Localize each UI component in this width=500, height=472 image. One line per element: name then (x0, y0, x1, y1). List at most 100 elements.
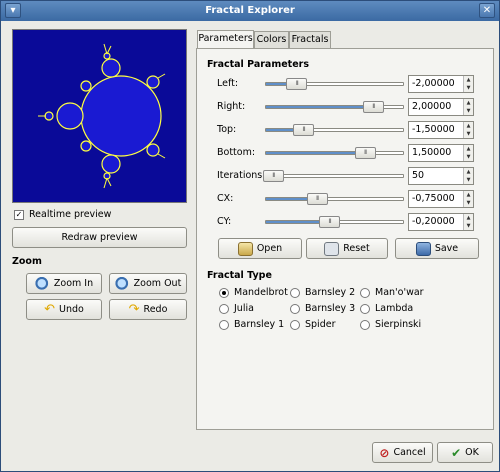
fractal-type-label: Lambda (375, 303, 414, 314)
zoom-out-label: Zoom Out (133, 278, 182, 289)
spin-arrows-icon[interactable]: ▲ ▼ (463, 168, 473, 184)
spin-arrows-icon[interactable]: ▲ ▼ (463, 122, 473, 138)
slider-handle[interactable]: III (306, 193, 328, 205)
spin-arrows-icon[interactable]: ▲ ▼ (463, 214, 473, 230)
param-spinbox[interactable]: -0,75000 ▲ ▼ (408, 190, 474, 208)
fractal-type-label: Spider (305, 319, 336, 330)
ok-icon: ✔ (451, 445, 462, 460)
param-value: -2,00000 (412, 78, 455, 89)
fractal-type-label: Barnsley 1 (234, 319, 285, 330)
cancel-label: Cancel (393, 447, 426, 458)
param-value: 2,00000 (412, 101, 452, 112)
fractal-type-radio[interactable]: Barnsley 3 (290, 303, 355, 314)
slider-handle[interactable]: III (292, 124, 314, 136)
param-label: Right: (217, 101, 246, 112)
save-button[interactable]: Save (395, 238, 479, 259)
slider-handle[interactable]: III (286, 78, 308, 90)
fractal-type-radio[interactable]: Mandelbrot (219, 287, 288, 298)
fractal-type-radio[interactable]: Spider (290, 319, 335, 330)
fractal-type-radio[interactable]: Sierpinski (360, 319, 421, 330)
cancel-button[interactable]: ⊘ Cancel (372, 442, 433, 463)
fractal-type-label: Mandelbrot (234, 287, 288, 298)
zoom-in-icon (34, 276, 50, 291)
tab-parameters[interactable]: Parameters (197, 30, 254, 49)
spin-arrows-icon[interactable]: ▲ ▼ (463, 191, 473, 207)
fractal-type-radio[interactable]: Barnsley 2 (290, 287, 355, 298)
fractal-preview[interactable] (12, 29, 187, 203)
redraw-preview-button[interactable]: Redraw preview (12, 227, 187, 248)
zoom-out-button[interactable]: Zoom Out (109, 273, 187, 294)
fractal-type-label: Julia (234, 303, 254, 314)
cancel-icon: ⊘ (379, 445, 390, 460)
fractal-type-radio[interactable]: Man'o'war (360, 287, 424, 298)
slider-handle[interactable]: III (362, 101, 384, 113)
param-spinbox[interactable]: 50 ▲ ▼ (408, 167, 474, 185)
redo-button[interactable]: ↷ Redo (109, 299, 187, 320)
param-value: -0,20000 (412, 216, 455, 227)
ok-button[interactable]: ✔ OK (437, 442, 493, 463)
param-label: Top: (217, 124, 237, 135)
param-spinbox[interactable]: -2,00000 ▲ ▼ (408, 75, 474, 93)
undo-label: Undo (59, 304, 84, 315)
spin-arrows-icon[interactable]: ▲ ▼ (463, 145, 473, 161)
close-icon[interactable]: ✕ (479, 3, 495, 18)
zoom-title: Zoom (12, 256, 42, 267)
param-slider[interactable]: III (265, 78, 404, 90)
undo-button[interactable]: ↶ Undo (26, 299, 102, 320)
slider-fill (266, 152, 365, 154)
save-label: Save (434, 243, 459, 254)
fractal-explorer-window: Fractal Explorer ▾ ✕ ✓ Realtime preview … (0, 0, 500, 472)
reset-label: Reset (343, 243, 370, 254)
radio-icon (219, 303, 229, 314)
realtime-preview-label: Realtime preview (29, 209, 112, 220)
folder-icon (237, 241, 253, 256)
reset-icon (324, 241, 340, 256)
reset-button[interactable]: Reset (306, 238, 388, 259)
spin-arrows-icon[interactable]: ▲ ▼ (463, 76, 473, 92)
param-value: 1,50000 (412, 147, 452, 158)
param-label: Iterations: (217, 170, 266, 181)
param-spinbox[interactable]: 2,00000 ▲ ▼ (408, 98, 474, 116)
window-menu-icon[interactable]: ▾ (5, 3, 21, 18)
zoom-in-label: Zoom In (53, 278, 94, 289)
param-slider[interactable]: III (265, 124, 404, 136)
param-label: CY: (217, 216, 232, 227)
tab-fractals[interactable]: Fractals (289, 31, 331, 49)
param-slider[interactable]: III (265, 193, 404, 205)
check-icon: ✓ (14, 209, 24, 220)
param-slider[interactable]: III (265, 147, 404, 159)
param-spinbox[interactable]: -1,50000 ▲ ▼ (408, 121, 474, 139)
radio-icon (290, 287, 300, 298)
param-slider[interactable]: III (265, 216, 404, 228)
param-slider[interactable]: III (262, 170, 404, 182)
realtime-preview-checkbox[interactable]: ✓ Realtime preview (14, 209, 111, 220)
fractal-type-label: Barnsley 2 (305, 287, 356, 298)
param-spinbox[interactable]: -0,20000 ▲ ▼ (408, 213, 474, 231)
open-button[interactable]: Open (218, 238, 302, 259)
mandelbrot-image (13, 30, 186, 202)
radio-icon (360, 287, 370, 298)
zoom-in-button[interactable]: Zoom In (26, 273, 102, 294)
param-slider[interactable]: III (265, 101, 404, 113)
radio-icon (290, 303, 300, 314)
title-bar[interactable]: Fractal Explorer ▾ ✕ (1, 1, 499, 21)
redraw-preview-label: Redraw preview (61, 232, 138, 243)
fractal-type-radio[interactable]: Julia (219, 303, 254, 314)
slider-handle[interactable]: III (319, 216, 341, 228)
slider-fill (266, 106, 373, 108)
slider-handle[interactable]: III (262, 170, 284, 182)
param-label: CX: (217, 193, 234, 204)
zoom-out-icon (114, 276, 130, 291)
param-label: Left: (217, 78, 239, 89)
fractal-type-radio[interactable]: Lambda (360, 303, 413, 314)
fractal-type-radio[interactable]: Barnsley 1 (219, 319, 284, 330)
tab-colors[interactable]: Colors (254, 31, 289, 49)
radio-icon (219, 319, 229, 330)
param-label: Bottom: (217, 147, 256, 158)
param-spinbox[interactable]: 1,50000 ▲ ▼ (408, 144, 474, 162)
slider-handle[interactable]: III (354, 147, 376, 159)
spin-arrows-icon[interactable]: ▲ ▼ (463, 99, 473, 115)
open-label: Open (256, 243, 283, 254)
radio-icon (360, 303, 370, 314)
fractal-type-label: Sierpinski (375, 319, 422, 330)
